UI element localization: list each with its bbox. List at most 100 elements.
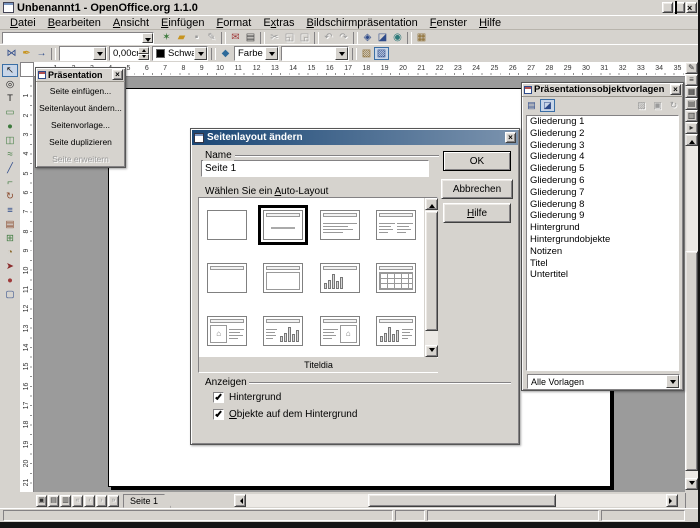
vertical-scrollbar-track[interactable] [685,146,698,478]
fill-format-mode-icon[interactable]: ▨ [634,99,649,112]
menu-bildschirmpr-sentation[interactable]: Bildschirmpräsentation [301,17,424,29]
combo-dropdown-button[interactable] [335,47,348,60]
presentation-box-toggle-icon[interactable]: ▨ [374,47,389,60]
style-filter-combobox[interactable]: Alle Vorlagen [527,374,680,389]
palette-item-seitenvorlage[interactable]: Seitenvorlage... [36,116,125,133]
menu-einf-gen[interactable]: Einfügen [155,17,210,29]
save-document-icon[interactable]: ▪ [189,31,204,44]
scroll-up-button[interactable] [425,198,438,210]
abbrechen-button[interactable]: Abbrechen [441,179,513,199]
layout-option-title-bullets-clipart[interactable]: ⌂ [312,304,368,357]
document-as-email-icon[interactable]: ✉ [228,31,243,44]
outline-view-icon[interactable]: ≡ [685,74,698,86]
menu-ansicht[interactable]: Ansicht [107,17,155,29]
new-document-icon[interactable]: ✶ [159,31,174,44]
load-url-input[interactable] [3,33,153,43]
handout-view-icon[interactable]: ▥ [685,110,698,122]
style-list[interactable]: Gliederung 1Gliederung 2Gliederung 3Glie… [526,115,679,371]
objekte-auf-dem-hintergrund-checkbox[interactable] [213,409,224,420]
gallery-icon[interactable]: ▦ [414,31,429,44]
layout-option-title-chart-bullets[interactable] [368,304,424,357]
text-icon[interactable]: T [2,92,18,105]
line-color-combobox[interactable]: Schwarz [152,46,208,61]
rectangle-icon[interactable]: ▭ [2,106,18,119]
master-mode-icon[interactable]: ▤ [48,495,59,507]
style-item[interactable]: Gliederung 3 [527,140,678,152]
style-item[interactable]: Titel [527,258,678,270]
rotate-icon[interactable]: ↻ [2,190,18,203]
menu-datei[interactable]: Datei [4,17,42,29]
page-tab[interactable]: Seite 1 [123,494,171,508]
minimize-button[interactable] [662,2,673,13]
layer-mode-icon[interactable]: ▥ [60,495,71,507]
combo-dropdown-button[interactable] [666,375,679,388]
horizontal-ruler[interactable]: 1234567891011121314151617181920212223242… [34,62,685,77]
drawing-view-icon[interactable]: ✎ [685,62,698,74]
stylist-icon[interactable]: ◪ [375,31,390,44]
effects-icon[interactable]: ◔ [2,246,18,259]
prev-page-icon[interactable]: ‹ [84,495,95,507]
scroll-down-button[interactable] [685,478,698,490]
presentation-box-icon[interactable]: ▢ [2,288,18,301]
notes-view-icon[interactable]: ▤ [685,98,698,110]
navigator-icon[interactable]: ◈ [360,31,375,44]
style-item[interactable]: Gliederung 1 [527,116,678,128]
fill-type-combobox[interactable]: Farbe [234,46,279,61]
new-style-from-selection-icon[interactable]: ▣ [650,99,665,112]
maximize-button[interactable] [674,2,685,13]
start-slideshow-icon[interactable]: ▸ [685,122,698,134]
last-page-icon[interactable]: » [108,495,119,507]
layout-option-title-chart[interactable] [312,251,368,304]
menu-fenster[interactable]: Fenster [424,17,473,29]
combo-dropdown-button[interactable] [194,47,207,60]
palette-item-seitenlayout-ändern[interactable]: Seitenlayout ändern... [36,99,125,116]
line-style-combobox[interactable] [59,46,107,61]
layout-option-title-bullets[interactable] [312,198,368,251]
layout-option-title-frame[interactable] [255,251,311,304]
style-item[interactable]: Notizen [527,246,678,258]
layout-option-title-table[interactable] [368,251,424,304]
alignment-icon[interactable]: ≡ [2,204,18,217]
shadow-icon[interactable]: ▧ [359,47,374,60]
ellipse-icon[interactable]: ● [2,120,18,133]
vertical-scrollbar-thumb[interactable] [685,251,698,471]
copy-icon[interactable]: ◱ [282,31,297,44]
interaction-icon[interactable]: ➤ [2,260,18,273]
open-document-icon[interactable]: ▰ [174,31,189,44]
scroll-down-button[interactable] [425,345,438,357]
page-mode-icon[interactable]: ▣ [36,495,47,507]
presentation-styles-icon[interactable]: ◪ [540,99,555,112]
scroll-up-button[interactable] [685,134,698,146]
edit-file-icon[interactable]: ✎ [204,31,219,44]
glue-points-icon[interactable]: ● [2,274,18,287]
style-item[interactable]: Gliederung 5 [527,163,678,175]
menu-extras[interactable]: Extras [257,17,300,29]
next-page-icon[interactable]: › [96,495,107,507]
close-button[interactable]: × [686,2,697,13]
connector-icon[interactable]: ⌐ [2,176,18,189]
cut-icon[interactable]: ✂ [267,31,282,44]
lines-arrows-icon[interactable]: ╱ [2,162,18,175]
style-item[interactable]: Hintergrund [527,222,678,234]
palette-item-seite-duplizieren[interactable]: Seite duplizieren [36,133,125,150]
palette-titlebar[interactable]: Präsentation × [36,68,125,82]
style-item[interactable]: Hintergrundobjekte [527,234,678,246]
menu-format[interactable]: Format [210,17,257,29]
line-pen-icon[interactable]: ✒ [19,47,34,60]
stylist-titlebar[interactable]: Präsentationsobjektvorlagen × [522,83,683,97]
insert-icon[interactable]: ⊞ [2,232,18,245]
palette-item-seite-einfügen[interactable]: Seite einfügen... [36,82,125,99]
select-icon[interactable]: ↖ [2,64,18,77]
dialog-close-button[interactable]: × [505,132,516,143]
combo-dropdown-button[interactable] [93,47,106,60]
undo-icon[interactable]: ↶ [321,31,336,44]
scroll-left-button[interactable] [234,494,246,507]
zoom-icon[interactable]: ◎ [2,78,18,91]
arrow-style-icon[interactable]: → [34,47,49,60]
style-item[interactable]: Gliederung 8 [527,199,678,211]
layout-option-blank[interactable] [199,198,255,251]
layout-scrollbar-thumb[interactable] [425,211,438,331]
print-file-icon[interactable]: ▤ [243,31,258,44]
dialog-titlebar[interactable]: Seitenlayout ändern × [192,130,518,145]
layout-option-title-subtitle[interactable] [255,198,311,251]
